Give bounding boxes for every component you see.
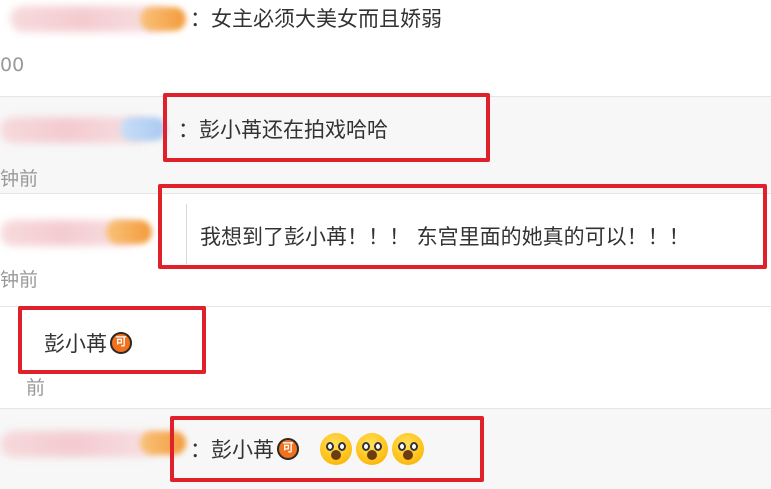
- highlight-box: [18, 306, 206, 374]
- comment-text: ：女主必须大美女而且娇弱: [190, 7, 442, 31]
- commenter-name-blurred[interactable]: [0, 431, 160, 457]
- comment-time: 00: [0, 54, 25, 76]
- highlight-box: [170, 416, 484, 482]
- comment-row-1: ：女主必须大美女而且娇弱 00: [0, 0, 771, 96]
- comment-time: 钟前: [0, 168, 39, 190]
- user-badge-blurred: [140, 7, 186, 31]
- highlight-box: [158, 184, 767, 269]
- comment-time: 钟前: [0, 269, 39, 291]
- comment-time: 前: [26, 377, 46, 399]
- highlight-box: [163, 93, 490, 162]
- user-badge-blurred: [106, 220, 152, 244]
- user-badge-blurred: [120, 117, 166, 141]
